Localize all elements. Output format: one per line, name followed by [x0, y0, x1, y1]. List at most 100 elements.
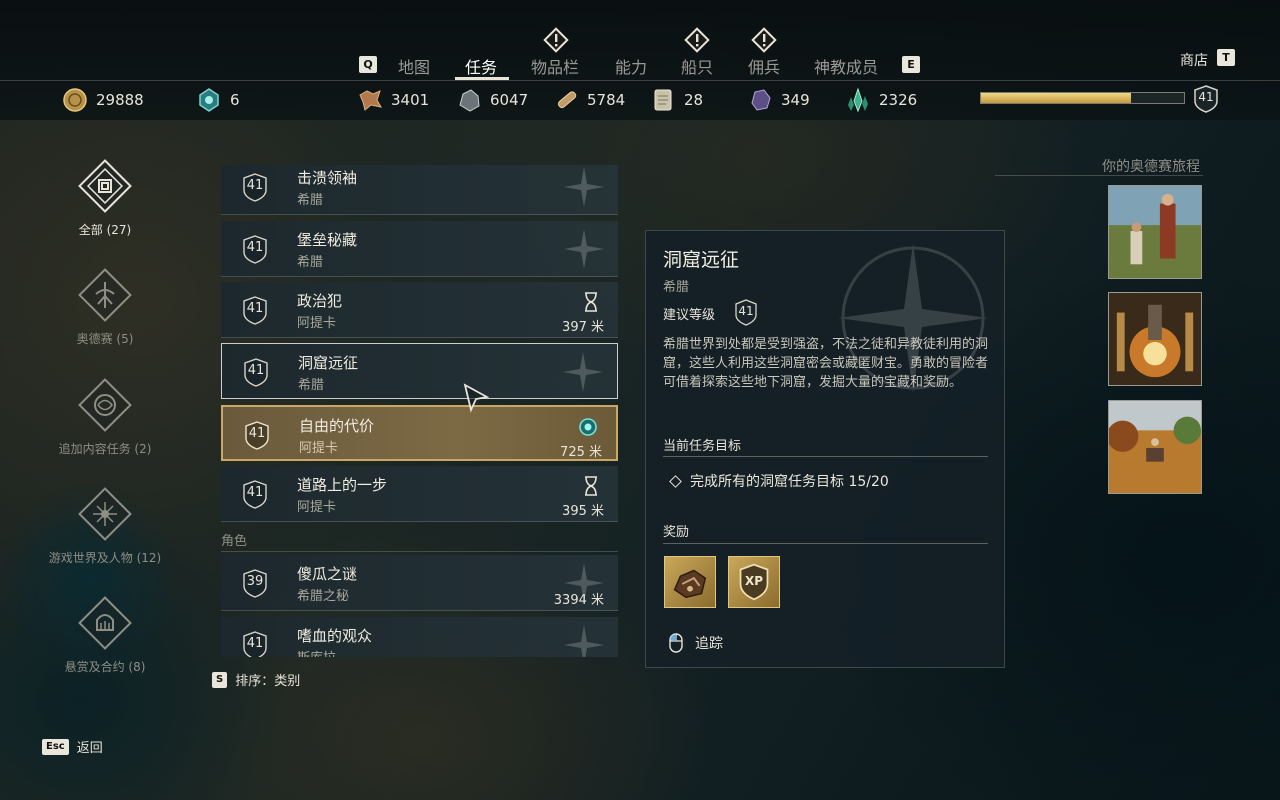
quest-title: 击溃领袖	[297, 169, 358, 187]
obsidian-count: 349	[781, 91, 810, 109]
objective-text: 完成所有的洞窟任务目标 15/20	[690, 474, 889, 490]
all-quests-icon	[78, 159, 132, 213]
quest-distance: 725 米	[560, 445, 602, 460]
wood-resource: 5784	[553, 82, 625, 118]
category-bounties-label: 悬赏及合约 (8)	[64, 660, 146, 674]
journey-card-3[interactable]	[1108, 400, 1202, 494]
quest-region: 阿提卡	[297, 500, 337, 515]
back-hint[interactable]: Esc 返回	[42, 737, 103, 756]
category-bounties[interactable]: 悬赏及合约 (8)	[40, 592, 170, 675]
category-all-label: 全部 (27)	[78, 223, 132, 237]
journey-illustration	[1109, 293, 1201, 385]
journey-card-1[interactable]	[1108, 185, 1202, 279]
quest-region: 希腊之秘	[297, 589, 350, 604]
wood-icon	[557, 91, 577, 109]
sort-label: 排序：类别	[235, 674, 301, 689]
crystal-resource: 2326	[845, 82, 917, 118]
experience-bar	[980, 92, 1185, 104]
reward-header: 奖励	[663, 525, 690, 540]
journey-illustration	[1109, 186, 1201, 278]
tab-prev-key[interactable]: Q	[359, 56, 377, 73]
quest-region: 阿提卡	[299, 441, 339, 456]
crystal-count: 2326	[879, 91, 918, 109]
drachmae-resource: 29888	[62, 82, 144, 118]
quest-region: 阿提卡	[297, 316, 337, 331]
tab-abilities[interactable]: 能力	[615, 54, 647, 78]
section-divider	[221, 551, 618, 552]
quest-row[interactable]: 39 傻瓜之谜 希腊之秘 3394 米	[221, 555, 618, 611]
quest-row[interactable]: 41 击溃领袖 希腊	[221, 165, 618, 215]
track-button[interactable]: 追踪	[669, 633, 723, 653]
quest-region: 希腊	[297, 255, 324, 270]
quest-region: 斯库拉	[297, 647, 336, 657]
quest-title: 道路上的一步	[297, 476, 388, 494]
category-all[interactable]: 全部 (27)	[40, 155, 170, 238]
compass-watermark-icon	[564, 625, 604, 657]
player-level: 41	[1198, 90, 1214, 104]
journey-card-2[interactable]	[1108, 292, 1202, 386]
quest-level: 41	[246, 485, 264, 500]
experience-fill	[981, 93, 1132, 103]
compass-watermark-icon	[564, 167, 604, 207]
category-odyssey[interactable]: 奥德赛 (5)	[40, 264, 170, 347]
crystal-icon	[848, 87, 868, 113]
obsidian-icon	[751, 89, 771, 111]
quest-level: 39	[246, 574, 264, 589]
quest-distance: 397 米	[562, 320, 604, 335]
quest-row[interactable]: 41 政治犯 阿提卡 397 米	[221, 282, 618, 338]
tab-cultists[interactable]: 神教成员	[814, 54, 878, 78]
shop-button[interactable]: 商店	[1180, 50, 1208, 70]
category-dlc-label: 追加内容任务 (2)	[58, 442, 152, 456]
tracked-quest-icon	[579, 418, 597, 436]
quest-level: 41	[246, 178, 264, 193]
ancient-tablet-icon	[654, 89, 672, 111]
quest-row[interactable]: 41 嗜血的观众 斯库拉	[221, 617, 618, 657]
tab-map[interactable]: 地图	[398, 54, 430, 78]
quest-distance: 3394 米	[553, 593, 604, 608]
iron-count: 6047	[490, 91, 529, 109]
iron-ore-icon	[459, 89, 480, 112]
quest-row-selected[interactable]: 41 自由的代价 阿提卡 725 米	[221, 405, 618, 461]
quest-list[interactable]: 41 击溃领袖 希腊 41 堡垒秘藏 希腊 41 政治犯 阿提卡 397 米 4…	[221, 165, 618, 657]
tab-next-key[interactable]: E	[902, 56, 920, 73]
sort-hint[interactable]: S 排序：类别	[212, 670, 300, 689]
quest-title: 政治犯	[297, 292, 343, 310]
recommended-level-label: 建议等级	[663, 308, 716, 323]
track-label: 追踪	[695, 636, 723, 652]
quest-title: 堡垒秘藏	[297, 231, 358, 249]
detail-region: 希腊	[663, 280, 690, 295]
category-dlc[interactable]: 追加内容任务 (2)	[40, 374, 170, 457]
shop-key: T	[1217, 49, 1235, 66]
quest-level: 41	[248, 426, 266, 441]
drachma-coin-icon	[63, 88, 87, 112]
sort-key: S	[212, 671, 228, 688]
reward-xp[interactable]: XP	[728, 556, 780, 608]
reward-item[interactable]	[664, 556, 716, 608]
quest-level: 41	[247, 363, 265, 378]
detail-title: 洞窟远征	[663, 249, 740, 271]
quest-row[interactable]: 41 道路上的一步 阿提卡 395 米	[221, 466, 618, 522]
tab-quests[interactable]: 任务	[465, 54, 497, 78]
stone-resource: 28	[650, 82, 703, 118]
quest-title: 自由的代价	[299, 417, 375, 435]
orichalcum-count: 6	[230, 91, 240, 109]
quest-title: 嗜血的观众	[297, 627, 373, 645]
category-world[interactable]: 游戏世界及人物 (12)	[40, 483, 170, 566]
quest-level: 41	[246, 240, 264, 255]
quest-row-hovered[interactable]: 41 洞窟远征 希腊	[221, 343, 618, 399]
quest-title: 傻瓜之谜	[297, 565, 358, 583]
quest-row[interactable]: 41 堡垒秘藏 希腊	[221, 221, 618, 277]
journey-illustration	[1109, 401, 1201, 493]
mouse-cursor-icon	[463, 383, 489, 413]
tab-inventory[interactable]: 物品栏	[531, 54, 579, 78]
quest-region: 希腊	[298, 378, 325, 393]
category-world-label: 游戏世界及人物 (12)	[48, 551, 162, 565]
drachmae-count: 29888	[96, 91, 144, 109]
objective-diamond-icon	[669, 474, 682, 488]
tab-ship[interactable]: 船只	[681, 54, 713, 78]
dlc-quests-icon	[78, 378, 132, 432]
tab-mercenaries[interactable]: 佣兵	[748, 54, 780, 78]
section-label-characters: 角色	[221, 534, 248, 549]
mouse-click-icon	[669, 633, 683, 653]
mercenary-alert-icon	[751, 27, 777, 53]
